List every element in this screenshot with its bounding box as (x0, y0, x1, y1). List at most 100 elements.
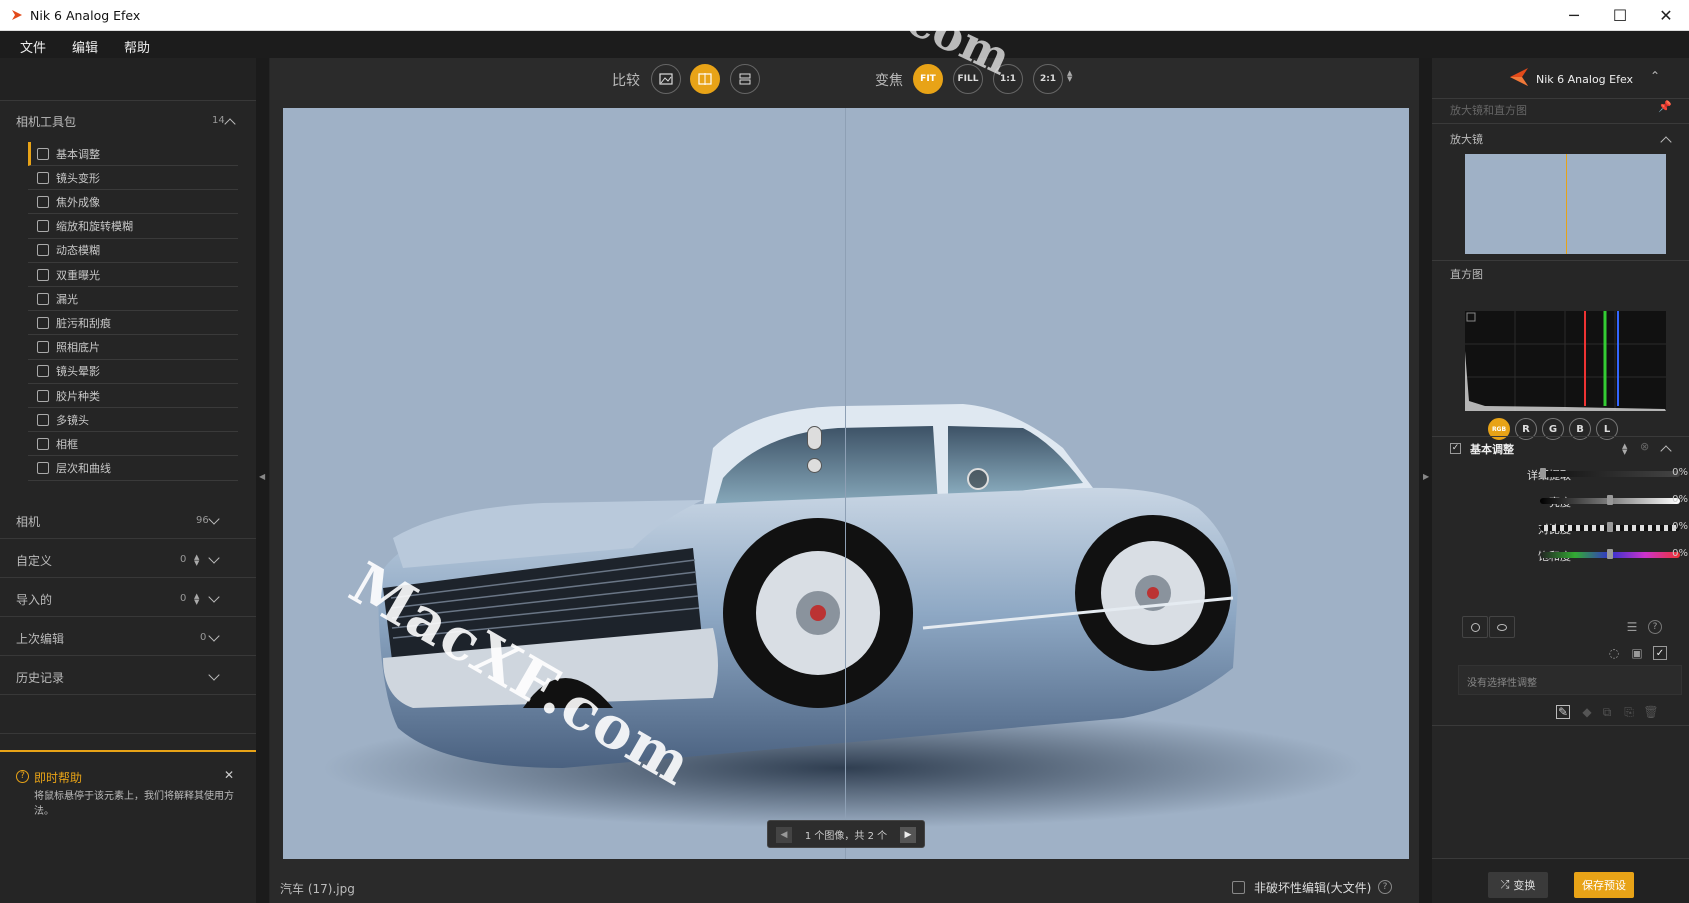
list-settings-icon[interactable]: ☰ (1625, 620, 1639, 634)
divider-handle[interactable] (807, 426, 822, 450)
tool-item[interactable]: 漏光 (28, 287, 238, 312)
zoom-stepper-icon[interactable]: ▲ ▼ (1067, 70, 1072, 83)
collapse-panel-icon[interactable]: ⌃ (1650, 69, 1660, 83)
tool-item[interactable]: 双重曝光 (28, 263, 238, 287)
minimize-button[interactable]: ─ (1551, 0, 1597, 31)
trash-icon[interactable]: 🗑 (1643, 705, 1658, 719)
menu-edit[interactable]: 编辑 (72, 37, 98, 56)
point-icon[interactable]: ◆ (1580, 705, 1594, 719)
tool-icon (37, 462, 49, 475)
chevron-down-icon[interactable] (208, 630, 220, 642)
loupe-preview[interactable] (1465, 154, 1666, 254)
slider-knob[interactable] (1607, 495, 1613, 505)
shuffle-icon: ⤮ (1500, 878, 1510, 891)
image-canvas[interactable] (283, 108, 1409, 859)
instant-help-box: ? 即时帮助 ✕ 将鼠标悬停于该元素上，我们将解释其使用方法。 (0, 750, 256, 903)
chevron-down-icon[interactable] (208, 552, 220, 564)
loupe-label: 放大镜 (1450, 133, 1483, 146)
section-header[interactable]: 上次编辑 (16, 630, 64, 647)
tool-item[interactable]: 镜头变形 (28, 166, 238, 191)
tool-item[interactable]: 胶片种类 (28, 384, 238, 408)
control-point-handle[interactable] (807, 458, 822, 473)
section-header[interactable]: 自定义 (16, 552, 52, 569)
reorder-icon[interactable]: ▲ ▼ (1622, 443, 1627, 456)
compare-single-button[interactable] (651, 64, 681, 94)
tool-item[interactable]: 相框 (28, 432, 238, 457)
slider-value: 0% (1672, 548, 1688, 559)
remove-filter-icon[interactable]: ⊗ (1640, 440, 1649, 453)
compare-label: 比较 (612, 73, 640, 89)
mask-checkbox[interactable]: ✓ (1653, 646, 1667, 660)
chevron-up-icon[interactable] (224, 118, 236, 130)
tool-item[interactable]: 脏污和刮痕 (28, 311, 238, 336)
zoom-2to1-button[interactable]: 2:1 (1033, 64, 1063, 94)
save-preset-button[interactable]: 保存预设 (1574, 872, 1634, 898)
slider-knob[interactable] (1540, 468, 1546, 478)
collapse-right-arrow-icon[interactable]: ▶ (1423, 472, 1429, 481)
menu-help[interactable]: 帮助 (124, 37, 150, 56)
maximize-button[interactable]: ☐ (1597, 0, 1643, 31)
brush-icon[interactable]: ✎ (1556, 705, 1570, 719)
paste-icon[interactable]: ⎘ (1622, 705, 1636, 719)
section-header[interactable]: 历史记录 (16, 669, 64, 686)
tool-item[interactable]: 照相底片 (28, 336, 238, 360)
help-icon[interactable]: ? (1378, 880, 1392, 894)
chevron-up-icon[interactable] (1660, 445, 1672, 457)
tool-item[interactable]: 缩放和旋转模糊 (28, 215, 238, 239)
control-point-eye-button[interactable] (1489, 616, 1515, 638)
question-icon[interactable]: ? (1648, 620, 1662, 634)
tool-item[interactable]: 镜头晕影 (28, 360, 238, 384)
histogram-label: 直方图 (1450, 268, 1483, 281)
chevron-down-icon[interactable] (208, 591, 220, 603)
section-count: 0 (180, 593, 187, 604)
close-window-button[interactable]: ✕ (1643, 0, 1689, 31)
prev-image-button[interactable]: ◀ (776, 827, 792, 843)
loupe-histogram-section: 放大镜和直方图 (1450, 104, 1527, 117)
tool-icon (37, 316, 49, 329)
slider-track[interactable] (1540, 549, 1680, 559)
random-button[interactable]: ⤮ 变换 (1488, 872, 1548, 898)
stepper-icon[interactable]: ▲ ▼ (194, 554, 199, 567)
help-title: 即时帮助 (34, 771, 83, 785)
compare-side-by-side-button[interactable] (730, 64, 760, 94)
slider-track[interactable] (1540, 522, 1680, 532)
top-toolbar: 比较 变焦 FIT FILL 1:1 2:1 ▲ ▼ (270, 58, 1419, 100)
compare-divider[interactable] (845, 108, 846, 859)
tool-item[interactable]: 基本调整 (28, 142, 238, 166)
section-header[interactable]: 导入的 (16, 591, 52, 608)
next-image-button[interactable]: ▶ (900, 827, 916, 843)
chevron-down-icon[interactable] (208, 669, 220, 681)
tool-item[interactable]: 焦外成像 (28, 190, 238, 215)
dotted-circle-icon[interactable]: ◌ (1607, 646, 1621, 660)
control-point-marker[interactable] (967, 468, 989, 490)
chevron-down-icon[interactable] (208, 513, 220, 525)
basic-adjust-checkbox[interactable]: ✓ (1450, 443, 1461, 454)
tool-item[interactable]: 多镜头 (28, 408, 238, 433)
pin-icon[interactable]: 📌 (1658, 100, 1672, 113)
tool-item[interactable]: 动态模糊 (28, 239, 238, 263)
toolkit-header[interactable]: 相机工具包 (16, 113, 76, 130)
nondestructive-checkbox[interactable] (1232, 881, 1245, 894)
control-point-add-button[interactable] (1462, 616, 1488, 638)
tool-item[interactable]: 层次和曲线 (28, 457, 238, 481)
tool-icon (37, 171, 49, 184)
menu-file[interactable]: 文件 (20, 37, 46, 56)
collapse-left-arrow-icon[interactable]: ◀ (259, 472, 265, 481)
chevron-up-icon[interactable] (1660, 136, 1672, 148)
slider-track[interactable] (1540, 468, 1680, 478)
compare-split-button[interactable] (690, 64, 720, 94)
slider-knob[interactable] (1607, 522, 1613, 532)
window-title: Nik 6 Analog Efex (30, 8, 141, 23)
status-bar: 汽车 (17).jpg 非破坏性编辑(大文件) ? (270, 872, 1419, 903)
toolkit-count: 14 (212, 115, 225, 126)
stepper-icon[interactable]: ▲ ▼ (194, 593, 199, 606)
slider-track[interactable] (1540, 495, 1680, 505)
slider-knob[interactable] (1607, 549, 1613, 559)
right-panel: Nik 6 Analog Efex ⌃ 放大镜和直方图 📌 放大镜 直方图 RG… (1432, 58, 1689, 903)
help-close-icon[interactable]: ✕ (224, 768, 234, 782)
copy-icon[interactable]: ⧉ (1600, 705, 1614, 719)
zoom-fit-button[interactable]: FIT (913, 64, 943, 94)
square-mask-icon[interactable]: ▣ (1630, 646, 1644, 660)
section-header[interactable]: 相机 (16, 513, 40, 530)
slider-row: 对比度0% (1432, 518, 1689, 538)
